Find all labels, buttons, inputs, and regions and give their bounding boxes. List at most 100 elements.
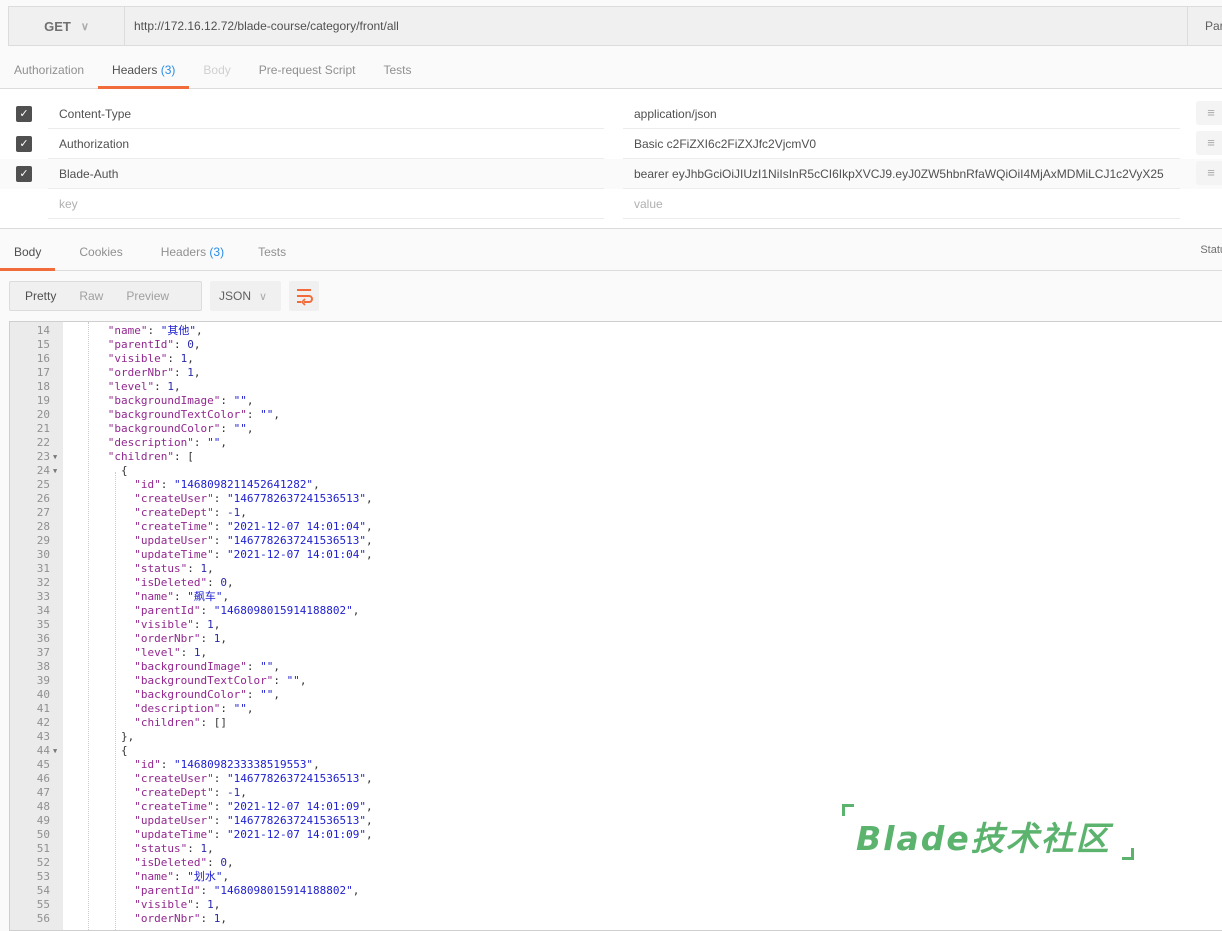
raw-button[interactable]: Raw (64, 282, 111, 310)
header-value-input[interactable]: Basic c2FiZXI6c2FiZXJfc2VjcmV0 (623, 129, 1180, 159)
code-line: 44 ▼ { (10, 744, 1210, 758)
code-line: 29 "updateUser": "1467782637241536513", (10, 534, 1210, 548)
tab-response-headers[interactable]: Headers (3) (137, 235, 238, 270)
code-text: "status": 1, (134, 562, 214, 575)
line-number: 35 (36, 618, 50, 631)
code-line: 30 "updateTime": "2021-12-07 14:01:04", (10, 548, 1210, 562)
new-header-key-input[interactable]: key (48, 189, 604, 219)
code-text: "isDeleted": 0, (134, 576, 234, 589)
line-number: 17 (36, 366, 50, 379)
line-number: 40 (36, 688, 50, 701)
new-header-value-input[interactable]: value (623, 189, 1180, 219)
line-number: 21 (36, 422, 50, 435)
menu-icon[interactable]: ≡ (1196, 161, 1222, 185)
tab-authorization[interactable]: Authorization (0, 53, 98, 88)
code-line: 40 "backgroundColor": "", (10, 688, 1210, 702)
code-text: "parentId": 0, (107, 338, 201, 351)
line-number: 54 (36, 884, 50, 897)
format-dropdown[interactable]: JSON ∨ (210, 281, 281, 311)
chevron-down-icon: ∨ (80, 20, 89, 33)
line-number: 31 (36, 562, 50, 575)
code-text: "visible": 1, (134, 898, 221, 911)
code-text: "backgroundColor": "", (107, 422, 254, 435)
line-number: 42 (36, 716, 50, 729)
line-number: 52 (36, 856, 50, 869)
response-toolbar: Pretty Raw Preview JSON ∨ (9, 281, 319, 311)
header-checkbox[interactable]: ✓ (16, 136, 32, 152)
tab-headers[interactable]: Headers (3) (98, 53, 190, 89)
format-label: JSON (219, 289, 252, 303)
line-number: 36 (36, 632, 50, 645)
fold-arrow-icon[interactable]: ▼ (53, 744, 57, 758)
header-checkbox[interactable]: ✓ (16, 166, 32, 182)
code-text: "status": 1, (134, 842, 214, 855)
header-key-input[interactable]: Blade-Auth (48, 159, 604, 189)
code-line: 28 "createTime": "2021-12-07 14:01:04", (10, 520, 1210, 534)
code-text: "updateUser": "1467782637241536513", (134, 534, 373, 547)
menu-icon[interactable]: ≡ (1196, 101, 1222, 125)
code-text: "name": "划水", (134, 870, 230, 883)
header-row: ✓ Authorization Basic c2FiZXI6c2FiZXJfc2… (0, 129, 1222, 159)
code-line: 35 "visible": 1, (10, 618, 1210, 632)
code-text: "backgroundColor": "", (134, 688, 280, 701)
line-number: 50 (36, 828, 50, 841)
preview-button[interactable]: Preview (111, 282, 177, 310)
code-text: "createUser": "1467782637241536513", (134, 492, 373, 505)
code-line: 41 "description": "", (10, 702, 1210, 716)
line-number: 53 (36, 870, 50, 883)
fold-arrow-icon[interactable]: ▼ (53, 450, 57, 464)
fold-arrow-icon[interactable]: ▼ (53, 464, 57, 478)
line-number: 29 (36, 534, 50, 547)
params-button[interactable]: Para (1187, 7, 1222, 45)
code-text: "children": [ (107, 450, 194, 463)
code-text: "backgroundImage": "", (107, 394, 254, 407)
watermark-logo: Blade技术社区 (840, 800, 1140, 866)
code-line: 18 "level": 1, (10, 380, 1210, 394)
chevron-down-icon: ∨ (259, 290, 268, 303)
line-number: 39 (36, 674, 50, 687)
url-input[interactable]: http://172.16.12.72/blade-course/categor… (125, 7, 1187, 45)
code-text: "parentId": "1468098015914188802", (134, 604, 360, 617)
code-text: "updateTime": "2021-12-07 14:01:04", (134, 548, 373, 561)
wrap-icon (297, 289, 313, 306)
code-text: { (68, 744, 128, 757)
line-number: 48 (36, 800, 50, 813)
tab-cookies[interactable]: Cookies (55, 235, 136, 270)
code-line: 31 "status": 1, (10, 562, 1210, 576)
line-number: 14 (36, 324, 50, 337)
code-text: "orderNbr": 1, (134, 632, 227, 645)
code-line: 24 ▼ { (10, 464, 1210, 478)
line-number: 38 (36, 660, 50, 673)
line-number: 51 (36, 842, 50, 855)
code-line: 47 "createDept": -1, (10, 786, 1210, 800)
wrap-lines-button[interactable] (289, 281, 319, 311)
code-line: 46 "createUser": "1467782637241536513", (10, 772, 1210, 786)
tab-body[interactable]: Body (189, 53, 244, 88)
code-text: "backgroundTextColor": "", (134, 674, 307, 687)
tab-response-body[interactable]: Body (0, 235, 56, 271)
line-number: 30 (36, 548, 50, 561)
tab-response-tests[interactable]: Tests (238, 235, 300, 270)
method-label: GET (44, 18, 71, 34)
line-number: 47 (36, 786, 50, 799)
code-text: "backgroundTextColor": "", (107, 408, 280, 421)
header-key-input[interactable]: Content-Type (48, 99, 604, 129)
header-row: ✓ Content-Type application/json ≡ (0, 99, 1222, 129)
header-checkbox[interactable]: ✓ (16, 106, 32, 122)
header-value-input[interactable]: application/json (623, 99, 1180, 129)
method-dropdown[interactable]: GET ∨ (9, 7, 125, 45)
code-text: { (68, 464, 128, 477)
code-text: "updateUser": "1467782637241536513", (134, 814, 373, 827)
pretty-button[interactable]: Pretty (10, 282, 64, 310)
headers-editor: ✓ Content-Type application/json ≡ ✓ Auth… (0, 89, 1222, 229)
request-tabs: Authorization Headers (3) Body Pre-reque… (0, 53, 1222, 89)
header-key-input[interactable]: Authorization (48, 129, 604, 159)
code-line: 39 "backgroundTextColor": "", (10, 674, 1210, 688)
line-number: 22 (36, 436, 50, 449)
tab-tests[interactable]: Tests (369, 53, 425, 88)
tab-pre-request-script[interactable]: Pre-request Script (245, 53, 370, 88)
header-value-input[interactable]: bearer eyJhbGciOiJIUzI1NiIsInR5cCI6IkpXV… (623, 159, 1180, 189)
menu-icon[interactable]: ≡ (1196, 131, 1222, 155)
line-number: 41 (36, 702, 50, 715)
code-line: 38 "backgroundImage": "", (10, 660, 1210, 674)
